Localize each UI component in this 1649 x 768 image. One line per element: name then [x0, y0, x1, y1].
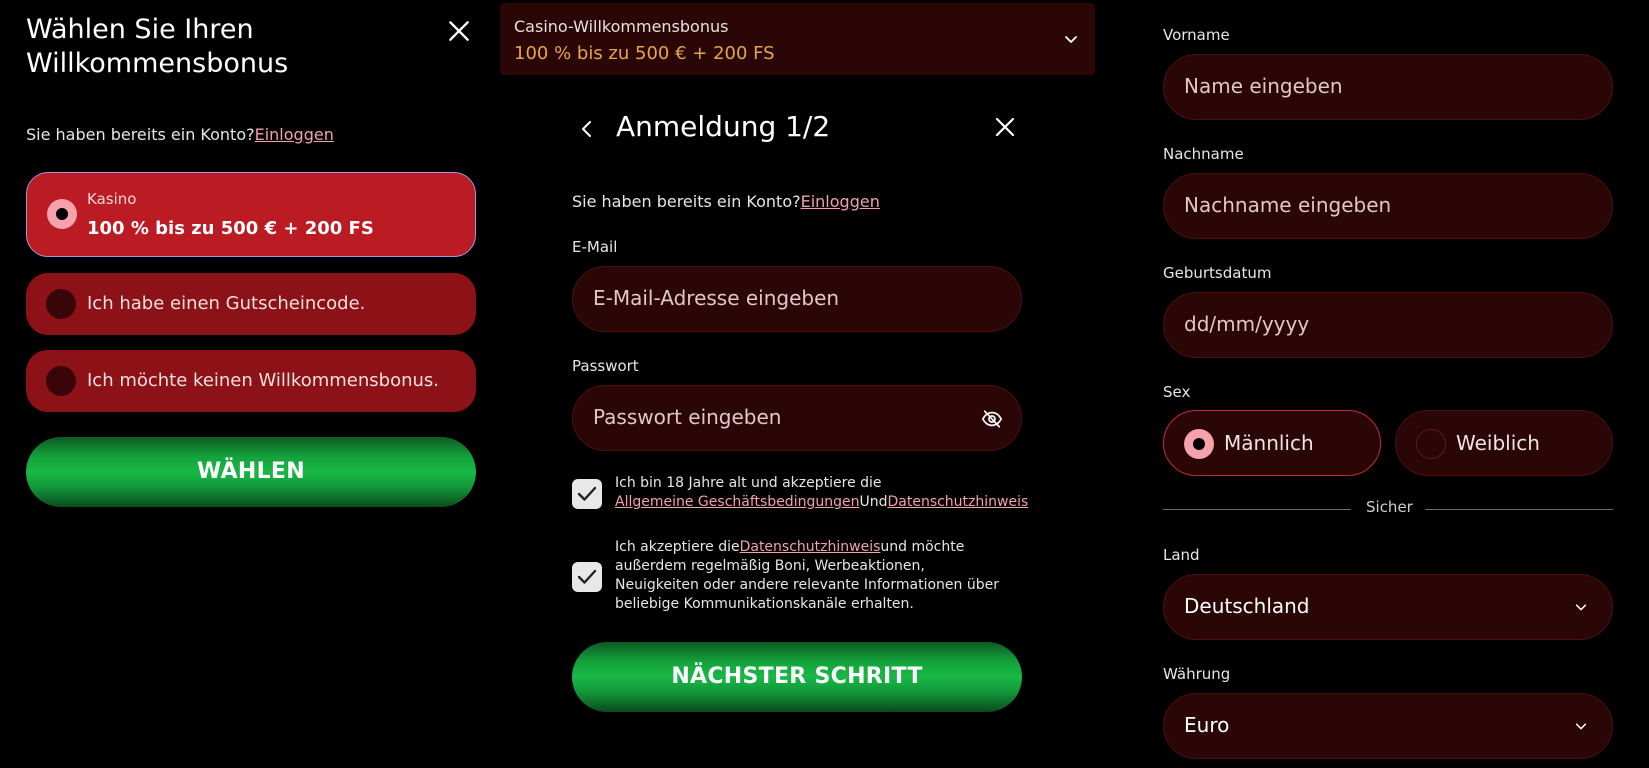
country-value: Deutschland	[1184, 594, 1310, 618]
terms-link[interactable]: Allgemeine Geschäftsbedingungen	[615, 494, 859, 510]
marketing-consent-text: Ich akzeptiere dieDatenschutzhinweisund …	[615, 539, 999, 612]
currency-label: Währung	[1163, 665, 1231, 683]
radio-unselected-icon[interactable]	[1416, 429, 1446, 459]
last-name-label: Nachname	[1163, 145, 1244, 163]
bonus-option-label: Kasino	[87, 190, 137, 208]
sex-option-male[interactable]: Männlich	[1163, 410, 1381, 476]
birthdate-label: Geburtsdatum	[1163, 264, 1272, 282]
radio-unselected-icon[interactable]	[46, 366, 76, 396]
bonus-option-voucher[interactable]: Ich habe einen Gutscheincode.	[26, 273, 476, 335]
email-field[interactable]: E-Mail-Adresse eingeben	[572, 266, 1022, 332]
bonus-option-none[interactable]: Ich möchte keinen Willkommensbonus.	[26, 350, 476, 412]
first-name-label: Vorname	[1163, 26, 1230, 44]
password-placeholder: Passwort eingeben	[593, 405, 782, 429]
bonus-dropdown-label: Casino-Willkommensbonus	[514, 17, 729, 36]
currency-select[interactable]: Euro	[1163, 693, 1613, 759]
login-link[interactable]: Einloggen	[801, 192, 880, 211]
next-step-button[interactable]: NÄCHSTER SCHRITT	[572, 642, 1022, 712]
close-icon[interactable]	[993, 115, 1017, 139]
bonus-dropdown[interactable]: Casino-Willkommensbonus 100 % bis zu 500…	[500, 3, 1095, 75]
bonus-select-title: Wählen Sie Ihren Willkommensbonus	[26, 14, 289, 79]
divider-right	[1425, 509, 1613, 510]
choose-bonus-button[interactable]: WÄHLEN	[26, 437, 476, 507]
divider-text: Sicher	[1366, 498, 1413, 516]
sex-option-label: Männlich	[1224, 431, 1314, 455]
bonus-option-label: Ich habe einen Gutscheincode.	[87, 293, 366, 314]
sex-label: Sex	[1163, 383, 1191, 401]
privacy-link[interactable]: Datenschutzhinweis	[740, 539, 881, 555]
sex-option-label: Weiblich	[1456, 431, 1540, 455]
first-name-field[interactable]: Name eingeben	[1163, 54, 1613, 120]
terms-checkbox[interactable]	[572, 479, 602, 509]
birthdate-field[interactable]: dd/mm/yyyy	[1163, 292, 1613, 358]
chevron-down-icon	[1574, 600, 1588, 614]
chevron-down-icon	[1063, 31, 1079, 47]
bonus-option-value: 100 % bis zu 500 € + 200 FS	[87, 218, 374, 239]
country-label: Land	[1163, 546, 1200, 564]
chevron-down-icon	[1574, 719, 1588, 733]
account-prompt: Sie haben bereits ein Konto?Einloggen	[572, 192, 880, 211]
checkmark-icon	[577, 486, 597, 501]
login-link[interactable]: Einloggen	[255, 125, 334, 144]
country-select[interactable]: Deutschland	[1163, 574, 1613, 640]
account-prompt: Sie haben bereits ein Konto?Einloggen	[26, 125, 334, 144]
marketing-checkbox[interactable]	[572, 562, 602, 592]
bonus-option-label: Ich möchte keinen Willkommensbonus.	[87, 370, 439, 391]
radio-selected-icon[interactable]	[1184, 429, 1214, 459]
radio-unselected-icon[interactable]	[46, 289, 76, 319]
registration-title: Anmeldung 1/2	[616, 110, 831, 143]
chevron-left-icon[interactable]	[576, 118, 598, 140]
eye-off-icon[interactable]	[981, 408, 1003, 430]
sex-option-female[interactable]: Weiblich	[1395, 410, 1613, 476]
password-label: Passwort	[572, 357, 639, 375]
last-name-field[interactable]: Nachname eingeben	[1163, 173, 1613, 239]
email-label: E-Mail	[572, 238, 618, 256]
privacy-link[interactable]: Datenschutzhinweis	[887, 494, 1028, 510]
bonus-option-casino[interactable]: Kasino 100 % bis zu 500 € + 200 FS	[26, 172, 476, 257]
checkmark-icon	[577, 569, 597, 584]
divider-left	[1163, 509, 1351, 510]
password-field[interactable]: Passwort eingeben	[572, 385, 1022, 451]
close-icon[interactable]	[446, 18, 472, 44]
currency-value: Euro	[1184, 713, 1230, 737]
radio-selected-icon[interactable]	[47, 199, 77, 229]
bonus-dropdown-value: 100 % bis zu 500 € + 200 FS	[514, 43, 775, 64]
terms-consent-text: Ich bin 18 Jahre alt und akzeptiere die …	[615, 475, 1029, 510]
